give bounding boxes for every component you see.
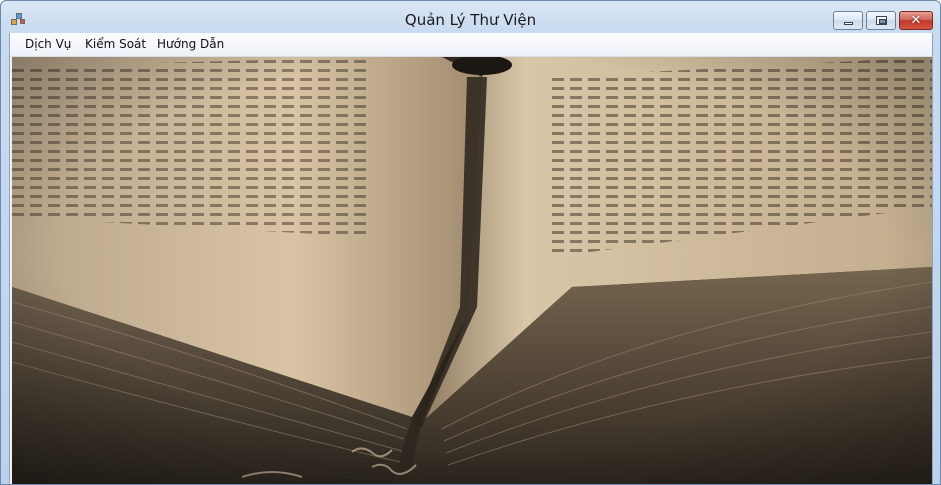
- menu-kiem-soat[interactable]: Kiểm Soát: [83, 37, 148, 51]
- menu-huong-dan[interactable]: Hướng Dẫn: [155, 37, 226, 51]
- maximize-button[interactable]: [866, 11, 896, 30]
- maximize-icon: [876, 16, 887, 25]
- background-book-image: [12, 57, 932, 484]
- minimize-icon: [844, 22, 853, 25]
- close-icon: ✕: [910, 13, 922, 28]
- close-button[interactable]: ✕: [899, 11, 933, 30]
- book-illustration: [12, 57, 932, 484]
- title-bar[interactable]: Quản Lý Thư Viện ✕: [1, 1, 940, 34]
- client-area: Dịch Vụ Kiểm Soát Hướng Dẫn: [9, 33, 933, 484]
- minimize-button[interactable]: [833, 11, 863, 30]
- menu-dich-vu[interactable]: Dịch Vụ: [23, 37, 73, 51]
- main-window: Quản Lý Thư Viện ✕ Dịch Vụ Kiểm Soát Hướ…: [0, 0, 941, 485]
- window-title: Quản Lý Thư Viện: [404, 11, 537, 29]
- menu-bar: Dịch Vụ Kiểm Soát Hướng Dẫn: [10, 33, 932, 57]
